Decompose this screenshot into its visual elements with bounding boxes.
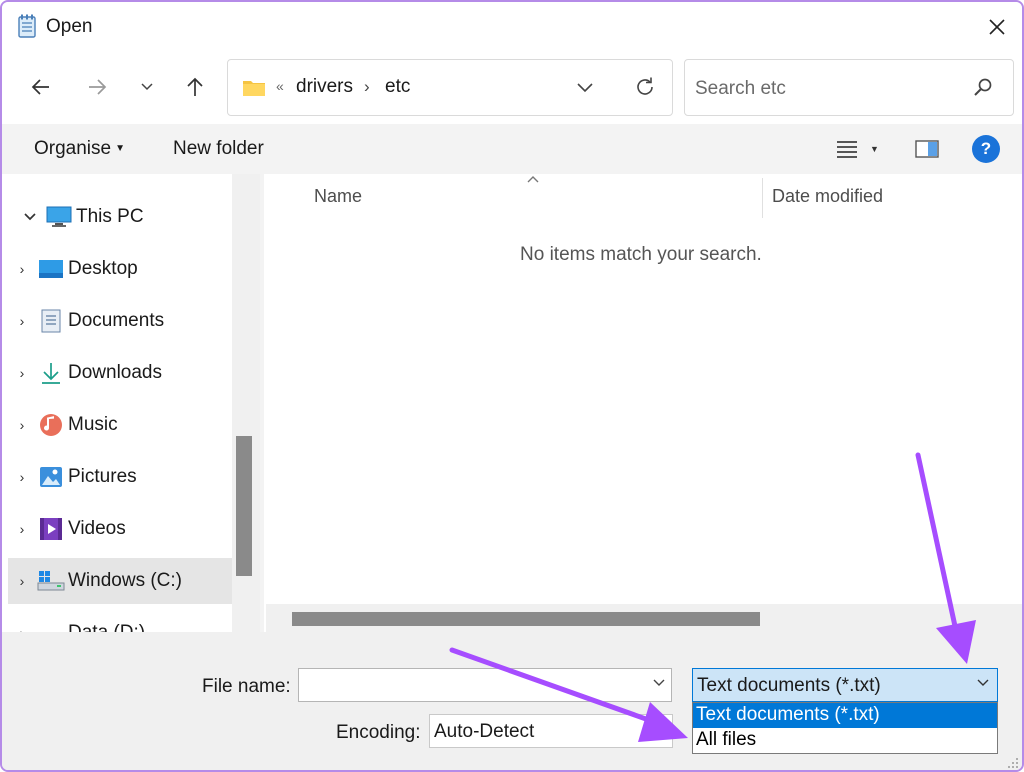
sidebar-item-label: Videos xyxy=(68,518,126,539)
encoding-label: Encoding: xyxy=(336,722,421,743)
sidebar-item-label: Pictures xyxy=(68,466,137,487)
chevron-right-icon[interactable]: › xyxy=(8,261,36,277)
search-placeholder[interactable]: Search etc xyxy=(695,78,786,100)
close-icon xyxy=(989,19,1005,35)
empty-state-message: No items match your search. xyxy=(520,244,762,265)
sort-ascending-icon xyxy=(526,172,540,188)
sidebar-scrollbar-thumb[interactable] xyxy=(236,436,252,576)
encoding-value: Auto-Detect xyxy=(434,721,535,742)
chevron-down-icon[interactable] xyxy=(16,209,44,225)
sidebar-item-data-d[interactable]: › Data (D:) xyxy=(8,610,232,632)
breadcrumb-separator: › xyxy=(364,77,370,96)
sidebar-item-music[interactable]: › Music xyxy=(8,402,232,448)
back-button[interactable] xyxy=(26,72,56,102)
sidebar-item-label: Desktop xyxy=(68,258,138,279)
horizontal-scrollbar-thumb[interactable] xyxy=(292,612,760,626)
close-button[interactable] xyxy=(982,12,1012,42)
chevron-right-icon[interactable]: › xyxy=(8,469,36,485)
sidebar-item-videos[interactable]: › Videos xyxy=(8,506,232,552)
command-bar: Organise ▼ New folder ▼ ? xyxy=(2,124,1022,174)
dialog-title: Open xyxy=(46,16,93,37)
navigation-bar: « drivers › etc Search etc xyxy=(2,54,1022,124)
column-divider[interactable] xyxy=(762,178,763,218)
file-type-dropdown-list: Text documents (*.txt) All files xyxy=(692,702,998,754)
encoding-select[interactable]: Auto-Detect xyxy=(429,714,673,748)
sidebar-item-label: Data (D:) xyxy=(68,622,145,632)
chevron-right-icon[interactable]: › xyxy=(8,313,36,329)
file-type-value: Text documents (*.txt) xyxy=(697,675,881,696)
title-bar: Open xyxy=(2,2,1022,54)
sidebar-item-documents[interactable]: › Documents xyxy=(8,298,232,344)
chevron-right-icon[interactable]: › xyxy=(8,521,36,537)
chevron-right-icon[interactable]: › xyxy=(8,625,36,632)
sidebar-item-windows-c[interactable]: › Windows (C:) xyxy=(8,558,232,604)
drive-icon xyxy=(36,569,66,593)
column-header-name[interactable]: Name xyxy=(314,186,362,207)
refresh-icon xyxy=(637,77,653,95)
drive-icon xyxy=(36,621,66,632)
forward-button[interactable] xyxy=(82,72,112,102)
pictures-icon xyxy=(36,465,66,489)
preview-pane-button[interactable] xyxy=(912,136,942,162)
up-button[interactable] xyxy=(180,72,210,102)
arrow-right-icon xyxy=(89,79,107,95)
help-button[interactable]: ? xyxy=(972,135,1000,163)
chevron-right-icon[interactable]: › xyxy=(8,417,36,433)
list-view-icon xyxy=(837,141,857,158)
file-type-option-all-files[interactable]: All files xyxy=(693,728,997,753)
open-dialog: Open « drivers › etc Search etc Organise… xyxy=(0,0,1024,772)
documents-icon xyxy=(36,309,66,333)
breadcrumb-etc[interactable]: etc xyxy=(385,76,410,98)
music-icon xyxy=(36,413,66,437)
search-box[interactable]: Search etc xyxy=(684,59,1014,116)
address-dropdown-button[interactable] xyxy=(573,76,597,100)
recent-locations-button[interactable] xyxy=(132,72,162,102)
navigation-pane: This PC › Desktop › Documents › Download… xyxy=(2,174,260,632)
sidebar-item-pictures[interactable]: › Pictures xyxy=(8,454,232,500)
sidebar-item-label: Windows (C:) xyxy=(68,570,183,591)
address-bar[interactable]: « drivers › etc xyxy=(227,59,673,116)
arrow-up-icon xyxy=(187,77,203,96)
sidebar-item-downloads[interactable]: › Downloads xyxy=(8,350,232,396)
videos-icon xyxy=(36,517,66,541)
column-header-date-modified[interactable]: Date modified xyxy=(772,186,883,207)
preview-pane-icon xyxy=(915,140,939,158)
sidebar-item-desktop[interactable]: › Desktop xyxy=(8,246,232,292)
sidebar-item-label: Downloads xyxy=(68,362,162,383)
refresh-button[interactable] xyxy=(632,74,658,100)
file-name-label: File name: xyxy=(202,676,291,697)
desktop-icon xyxy=(36,257,66,281)
dialog-footer: File name: Encoding: Auto-Detect Text do… xyxy=(2,632,1022,770)
organise-menu[interactable]: Organise ▼ xyxy=(34,138,125,160)
address-overflow[interactable]: « xyxy=(276,78,284,94)
caret-down-icon: ▼ xyxy=(115,143,126,155)
sidebar-item-label: This PC xyxy=(76,206,144,227)
computer-icon xyxy=(44,205,74,229)
file-type-select[interactable]: Text documents (*.txt) xyxy=(692,668,998,702)
chevron-down-icon xyxy=(141,83,153,91)
search-icon[interactable] xyxy=(973,77,993,102)
notepad-icon xyxy=(18,14,36,38)
organise-label: Organise xyxy=(34,138,112,159)
sidebar-item-label: Music xyxy=(68,414,118,435)
chevron-right-icon[interactable]: › xyxy=(8,573,36,589)
file-type-option-text-documents[interactable]: Text documents (*.txt) xyxy=(693,703,997,728)
arrow-left-icon xyxy=(31,79,49,95)
resize-grip-icon[interactable] xyxy=(1006,756,1020,770)
sidebar-item-label: Documents xyxy=(68,310,165,331)
chevron-down-icon[interactable] xyxy=(653,675,665,690)
file-name-input[interactable] xyxy=(298,668,672,702)
chevron-down-icon[interactable] xyxy=(977,675,989,690)
chevron-right-icon[interactable]: › xyxy=(8,365,36,381)
new-folder-button[interactable]: New folder xyxy=(173,138,264,160)
caret-down-icon: ▼ xyxy=(870,144,879,154)
view-options-button[interactable]: ▼ xyxy=(836,136,886,162)
folder-icon xyxy=(242,78,266,102)
breadcrumb-drivers[interactable]: drivers xyxy=(296,76,353,98)
file-list: Name Date modified No items match your s… xyxy=(264,174,1022,632)
sidebar-item-this-pc[interactable]: This PC xyxy=(16,194,240,240)
chevron-down-icon xyxy=(577,83,593,93)
downloads-icon xyxy=(36,361,66,385)
